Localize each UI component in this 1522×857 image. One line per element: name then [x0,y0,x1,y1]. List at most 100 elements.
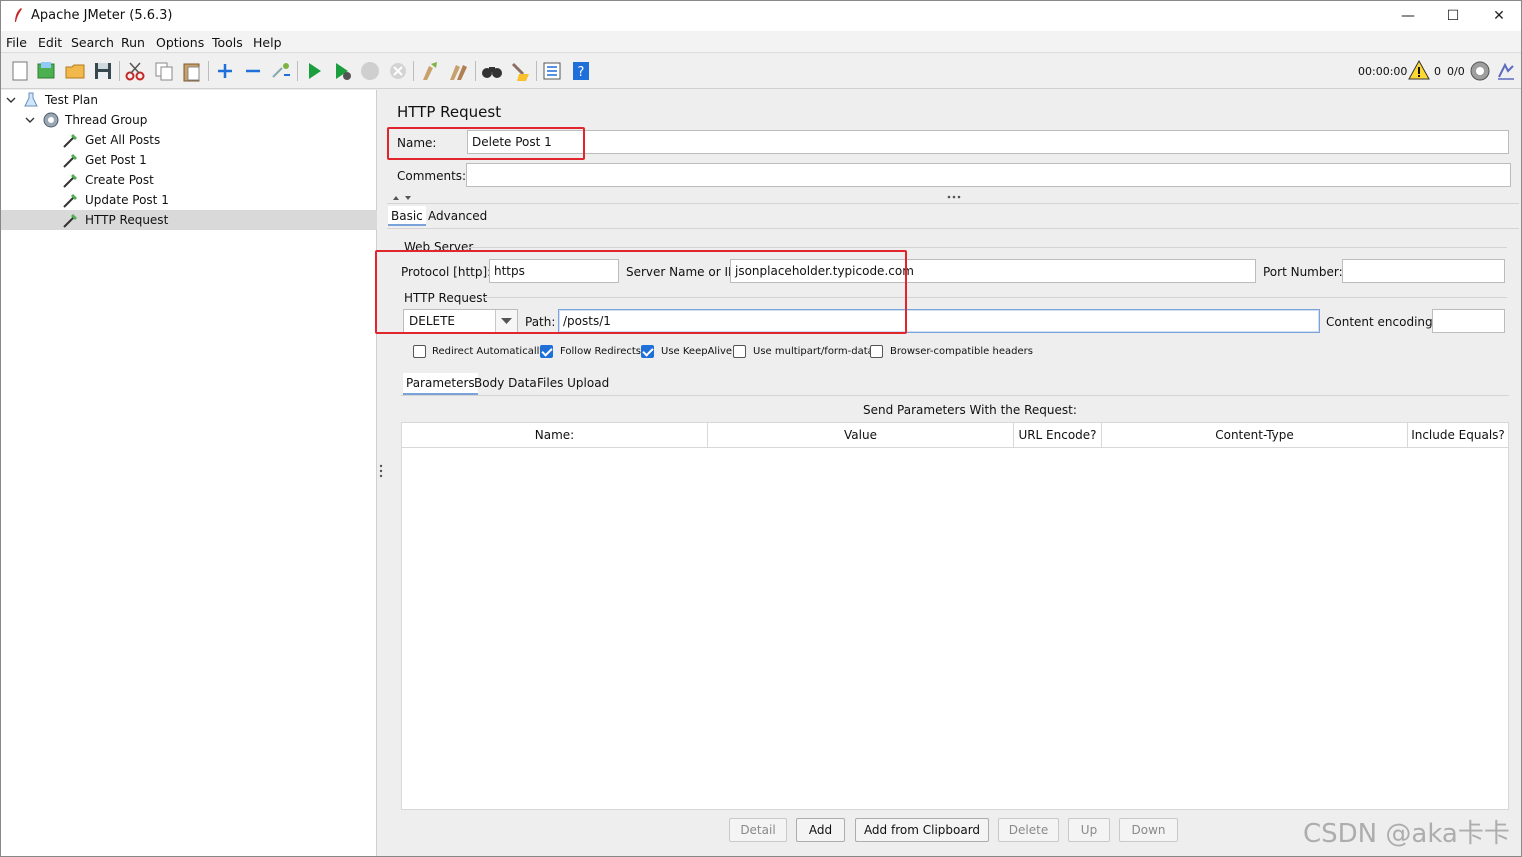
name-field[interactable]: Delete Post 1 [467,130,1509,154]
up-button[interactable]: Up [1068,818,1110,842]
tree-item-create-post[interactable]: Create Post [1,170,377,190]
split-pane-handle[interactable] [379,464,383,480]
toolbar-separator [208,61,209,81]
tab-parameters[interactable]: Parameters [403,373,478,395]
dropdown-button[interactable] [495,310,517,332]
cut-icon[interactable] [124,60,146,82]
minimize-button[interactable]: — [1386,5,1430,27]
open-icon[interactable] [64,60,86,82]
menu-search[interactable]: Search [71,35,114,50]
function-helper-icon[interactable] [541,60,563,82]
chevron-down-icon[interactable] [24,114,36,126]
window-title: Apache JMeter (5.6.3) [31,8,173,23]
tab-advanced[interactable]: Advanced [425,206,490,226]
copy-icon[interactable] [153,60,175,82]
column-header-url-encode[interactable]: URL Encode? [1014,423,1102,448]
checkbox-label: Browser-compatible headers [890,346,1033,357]
maximize-button[interactable]: ☐ [1431,5,1475,27]
protocol-field[interactable]: https [489,259,619,283]
chevron-down-icon[interactable] [5,94,17,106]
content-encoding-field[interactable] [1432,309,1505,333]
toolbar: ? 00:00:00 0 0/0 [1,54,1521,89]
method-select[interactable]: DELETE [403,309,518,333]
tab-body-data[interactable]: Body Data [471,373,540,393]
column-header-include-equals[interactable]: Include Equals? [1408,423,1508,448]
flask-icon [24,92,38,107]
gear-icon [43,112,59,128]
detail-button[interactable]: Detail [729,818,787,842]
menu-file[interactable]: File [6,35,27,50]
sampler-pipette-icon [63,154,77,168]
port-number-field[interactable] [1342,259,1505,283]
remote-engines-icon[interactable] [1469,60,1491,82]
tree-item-label: Test Plan [45,93,98,107]
tree-item-thread-group[interactable]: Thread Group [1,110,377,130]
tree-item-http-request[interactable]: HTTP Request [1,210,377,230]
reset-search-icon[interactable] [509,60,531,82]
toolbar-separator [413,61,414,81]
name-label: Name: [397,136,437,150]
toggle-icon[interactable] [270,60,292,82]
use-keepalive-checkbox[interactable] [641,345,654,358]
delete-button[interactable]: Delete [998,818,1059,842]
browser-compatible-headers-checkbox[interactable] [870,345,883,358]
column-header-value[interactable]: Value [708,423,1014,448]
stop-icon[interactable] [359,60,381,82]
tree-item-update-post-1[interactable]: Update Post 1 [1,190,377,210]
sampler-pipette-icon [63,214,77,228]
add-from-clipboard-button[interactable]: Add from Clipboard [855,818,989,842]
expand-icon[interactable] [214,60,236,82]
clear-all-icon[interactable] [447,60,469,82]
protocol-label: Protocol [http]: [401,265,492,279]
follow-redirects-checkbox[interactable] [540,345,553,358]
tree-item-get-all-posts[interactable]: Get All Posts [1,130,377,150]
search-icon[interactable] [481,60,503,82]
chevron-down-icon [501,318,512,324]
elapsed-time: 00:00:00 [1358,65,1408,78]
tree-item-test-plan[interactable]: Test Plan [1,90,377,110]
start-no-pause-icon[interactable] [331,60,353,82]
divider [401,395,1509,396]
menu-help[interactable]: Help [253,35,282,50]
save-icon[interactable] [92,60,114,82]
add-button[interactable]: Add [796,818,845,842]
collapse-arrows-icon[interactable] [391,194,413,202]
path-field[interactable]: /posts/1 [558,309,1320,333]
title-bar: Apache JMeter (5.6.3) — ☐ ✕ [1,1,1521,31]
parameters-caption: Send Parameters With the Request: [863,403,1077,417]
paste-icon[interactable] [181,60,203,82]
warning-icon[interactable] [1408,60,1430,80]
column-header-content-type[interactable]: Content-Type [1102,423,1408,448]
start-icon[interactable] [303,60,325,82]
comments-field[interactable] [466,163,1511,187]
column-header-name[interactable]: Name: [402,423,708,448]
log-viewer-icon[interactable] [1495,60,1517,82]
new-icon[interactable] [9,60,31,82]
checkbox-label: Use multipart/form-data [753,346,874,357]
shutdown-icon[interactable] [387,60,409,82]
tree-item-label: Get Post 1 [85,153,147,167]
help-icon[interactable]: ? [570,60,592,82]
test-plan-tree: Test Plan Thread Group Get All Posts Get… [1,90,377,856]
http-request-section-label: HTTP Request [404,291,488,305]
templates-icon[interactable] [35,60,57,82]
toolbar-separator [475,61,476,81]
tree-item-get-post-1[interactable]: Get Post 1 [1,150,377,170]
resize-handle-icon[interactable] [947,195,961,199]
down-button[interactable]: Down [1119,818,1178,842]
menu-options[interactable]: Options [156,35,204,50]
redirect-automatically-checkbox[interactable] [413,345,426,358]
server-name-field[interactable]: jsonplaceholder.typicode.com [730,259,1256,283]
menu-bar: File Edit Search Run Options Tools Help [1,31,1521,53]
tree-item-label: Update Post 1 [85,193,169,207]
tab-files-upload[interactable]: Files Upload [534,373,612,393]
menu-tools[interactable]: Tools [212,35,243,50]
close-button[interactable]: ✕ [1477,5,1521,27]
collapse-icon[interactable] [242,60,264,82]
clear-icon[interactable] [419,60,441,82]
tab-basic[interactable]: Basic [388,206,426,226]
menu-run[interactable]: Run [121,35,145,50]
use-multipart-checkbox[interactable] [733,345,746,358]
parameters-table[interactable]: Name: Value URL Encode? Content-Type Inc… [401,422,1509,810]
menu-edit[interactable]: Edit [38,35,62,50]
